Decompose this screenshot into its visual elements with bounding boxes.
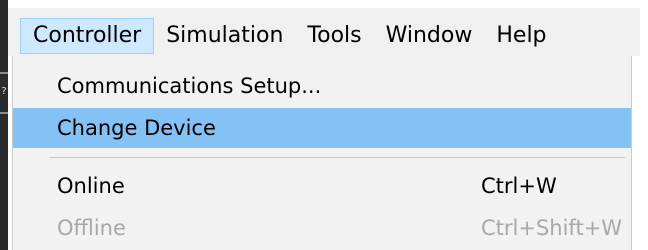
menu-item-label: Change Device <box>57 116 216 140</box>
background-window-edge: ? <box>0 0 8 250</box>
menu-item-label: Offline <box>57 216 126 240</box>
menu-item-label: Online <box>57 174 125 198</box>
menu-bar-items: Controller Simulation Tools Window Help <box>20 18 559 54</box>
app-window: ? Controller Simulation Tools Window Hel… <box>0 0 648 250</box>
menu-item-change-device[interactable]: Change Device <box>13 108 631 148</box>
menu-separator <box>49 157 625 158</box>
menu-item-label: Communications Setup... <box>57 74 322 98</box>
menu-item-offline: Offline Ctrl+Shift+W <box>13 208 631 248</box>
edge-tick <box>0 72 8 74</box>
menu-item-communications-setup[interactable]: Communications Setup... <box>13 66 631 106</box>
menu-window[interactable]: Window <box>374 18 485 54</box>
menu-bar: Controller Simulation Tools Window Help <box>8 0 640 56</box>
controller-dropdown-menu: Communications Setup... Change Device On… <box>12 56 632 250</box>
edge-tick <box>0 112 8 114</box>
menu-controller[interactable]: Controller <box>20 18 155 54</box>
menu-simulation[interactable]: Simulation <box>154 18 295 54</box>
menu-tools[interactable]: Tools <box>295 18 373 54</box>
menu-item-online[interactable]: Online Ctrl+W <box>13 166 631 206</box>
menu-help[interactable]: Help <box>484 18 558 54</box>
help-glyph-icon: ? <box>1 86 7 97</box>
menu-item-shortcut: Ctrl+W <box>481 174 557 198</box>
menu-item-shortcut: Ctrl+Shift+W <box>481 216 623 240</box>
